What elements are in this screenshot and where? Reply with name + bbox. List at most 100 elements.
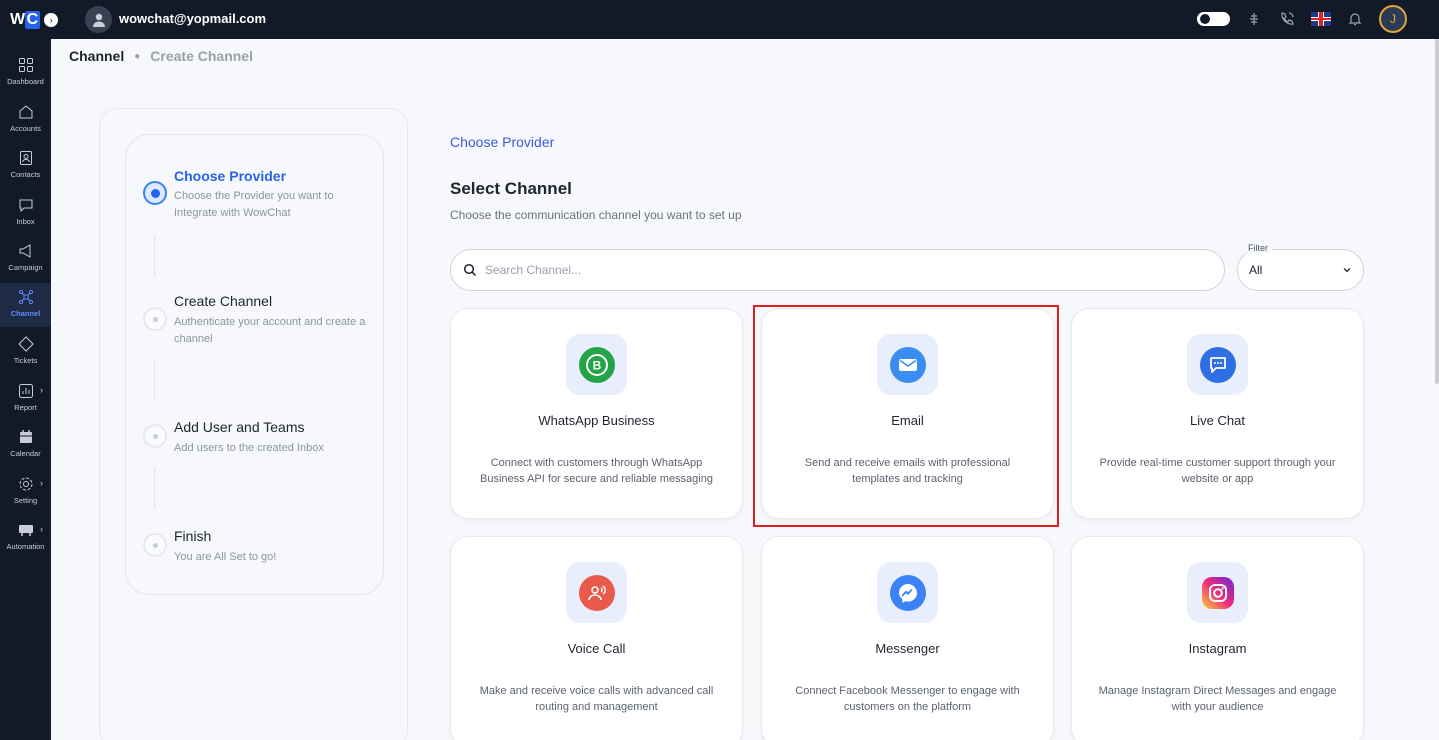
panel-subtitle: Choose the communication channel you wan… [450,208,742,222]
channel-name: Live Chat [1190,413,1245,428]
channel-name: Messenger [875,641,940,656]
channel-card-voice-call[interactable]: Voice Call Make and receive voice calls … [450,536,743,740]
step-indicator-active [143,181,167,205]
breadcrumb-root[interactable]: Channel [69,48,124,64]
sidebar-item-dashboard[interactable]: Dashboard [0,51,51,95]
email-icon [889,346,926,383]
sidebar-item-tickets[interactable]: Tickets [0,330,51,374]
sidebar-item-automation[interactable]: Automation › [0,516,51,560]
channel-icon-wrap [1187,562,1248,623]
channel-icon [18,289,33,305]
channel-description: Provide real-time customer support throu… [1099,457,1336,485]
search-input[interactable] [485,263,1185,277]
instagram-icon [1201,576,1234,609]
step-description: Choose the Provider you want to Integrat… [174,190,334,219]
expand-arrow-icon: › [40,524,43,534]
theme-toggle[interactable] [1197,12,1230,26]
channel-card-instagram[interactable]: Instagram Manage Instagram Direct Messag… [1071,536,1364,740]
sidebar-item-accounts[interactable]: Accounts [0,98,51,142]
channel-icon-wrap [1187,334,1248,395]
channel-description: Connect with customers through WhatsApp … [480,457,713,485]
automation-icon [18,525,33,536]
channel-name: Voice Call [567,641,626,656]
chat-icon [1199,346,1236,383]
step-title: Finish [174,528,212,544]
channel-description: Connect Facebook Messenger to engage wit… [795,685,1020,713]
profile-avatar[interactable]: J [1379,5,1407,33]
filter-select[interactable]: Filter All [1237,243,1364,291]
logo-w: W [10,11,25,28]
provider-panel: Choose Provider Select Channel Choose th… [429,108,1387,740]
sidebar-item-label: Automation [6,542,45,551]
step-connector [154,467,155,509]
sidebar-item-label: Accounts [10,124,41,133]
sidebar-item-label: Dashboard [7,77,44,86]
gear-icon [19,477,32,491]
step-title: Create Channel [174,293,273,309]
user-icon [92,13,105,27]
user-avatar[interactable] [85,6,112,33]
channel-name: Instagram [1188,641,1247,656]
sidebar-item-report[interactable]: Report › [0,377,51,421]
voice-call-icon [578,574,615,611]
channel-description: Manage Instagram Direct Messages and eng… [1098,685,1337,713]
sidebar-item-label: Channel [10,309,41,318]
breadcrumb-separator: ● [134,50,141,62]
megaphone-icon [19,244,30,258]
search-box [450,249,1225,291]
sidebar-item-contacts[interactable]: Contacts [0,144,51,188]
step-indicator [143,307,167,331]
svg-text:B: B [592,358,601,372]
expand-arrow-icon: › [40,478,43,488]
panel-step-label: Choose Provider [450,134,555,150]
channel-icon-wrap [566,562,627,623]
channel-icon-wrap [877,334,938,395]
sidebar-item-channel[interactable]: Channel [0,283,51,327]
step-connector [154,235,155,277]
sidebar-item-campaign[interactable]: Campaign [0,237,51,281]
panel-title: Select Channel [450,179,572,198]
user-email: wowchat@yopmail.com [119,11,267,26]
channel-icon-wrap: B [566,334,627,395]
sidebar-toggle-icon[interactable]: › [44,13,59,27]
inbox-icon [19,199,32,213]
uk-flag-icon[interactable] [1311,12,1331,26]
step-title: Add User and Teams [174,419,305,435]
bell-icon[interactable] [1346,10,1364,28]
calendar-icon [19,430,32,443]
sidebar-item-calendar[interactable]: Calendar [0,423,51,467]
phone-call-icon[interactable] [1278,10,1296,28]
channel-card-whatsapp[interactable]: B WhatsApp Business Connect with custome… [450,308,743,519]
sidebar-item-label: Setting [13,496,38,505]
step-description: Authenticate your account and create a c… [174,316,366,345]
chevron-down-icon [1343,268,1351,273]
sidebar-item-inbox[interactable]: Inbox [0,191,51,235]
report-icon [18,384,33,398]
dashboard-icon [18,58,33,72]
step-connector [154,360,155,402]
sidebar-item-setting[interactable]: Setting › [0,470,51,514]
channel-description: Send and receive emails with professiona… [804,457,1011,485]
stepper: Choose Provider Choose the Provider you … [125,134,384,595]
sidebar-item-label: Campaign [8,263,43,272]
signal-icon[interactable] [1245,10,1263,28]
sidebar-item-label: Inbox [16,217,35,226]
sidebar: Dashboard Accounts Contacts Inbox Campai… [0,39,51,740]
app-logo[interactable]: W C › [10,11,59,29]
channel-name: WhatsApp Business [538,413,655,428]
search-icon [463,263,477,277]
step-title: Choose Provider [174,168,287,184]
step-indicator [143,533,167,557]
channel-card-live-chat[interactable]: Live Chat Provide real-time customer sup… [1071,308,1364,519]
page-scrollbar[interactable] [1435,39,1439,384]
channel-icon-wrap [877,562,938,623]
sidebar-item-label: Calendar [10,449,41,458]
channel-card-email[interactable]: Email Send and receive emails with profe… [761,308,1054,519]
top-bar: W C › wowchat@yopmail.com J [0,0,1439,39]
breadcrumb: Channel ● Create Channel [69,48,253,64]
filter-value: All [1249,263,1263,277]
channel-card-messenger[interactable]: Messenger Connect Facebook Messenger to … [761,536,1054,740]
messenger-icon [889,574,926,611]
step-description: You are All Set to go! [174,551,277,563]
step-indicator [143,424,167,448]
